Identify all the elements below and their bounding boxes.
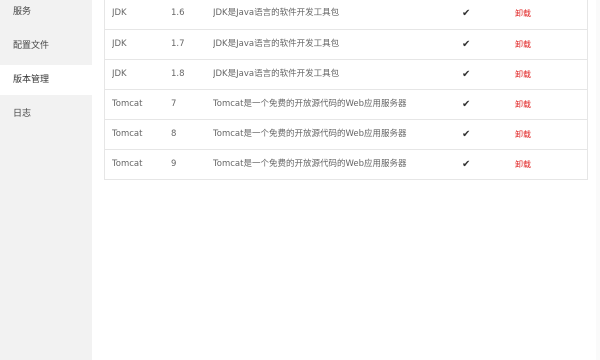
table-row: Tomcat 8 Tomcat是一个免费的开放源代码的Web应用服务器 ✔ 卸载 [105,119,587,149]
package-version: 9 [171,159,177,169]
sidebar-item-service[interactable]: 服务 [0,0,92,27]
package-description: Tomcat是一个免费的开放源代码的Web应用服务器 [213,99,407,109]
installed-check-icon: ✔ [462,39,471,50]
package-name: JDK [112,69,127,79]
installed-check-icon: ✔ [462,69,471,80]
sidebar: 服务 配置文件 版本管理 日志 [0,0,92,360]
uninstall-link[interactable]: 卸载 [515,120,555,149]
sidebar-item-version-management[interactable]: 版本管理 [0,65,92,95]
package-version: 7 [171,99,177,109]
version-table: JDK 1.6 JDK是Java语言的软件开发工具包 ✔ 卸载 JDK 1.7 … [104,0,588,180]
package-name: JDK [112,39,127,49]
package-version: 8 [171,129,177,139]
table-row: Tomcat 9 Tomcat是一个免费的开放源代码的Web应用服务器 ✔ 卸载 [105,149,587,179]
sidebar-item-config-files[interactable]: 配置文件 [0,31,92,61]
installed-check-icon: ✔ [462,129,471,140]
package-name: JDK [112,8,127,18]
package-version: 1.7 [171,39,185,49]
installed-check-icon: ✔ [462,159,471,170]
table-row: JDK 1.6 JDK是Java语言的软件开发工具包 ✔ 卸载 [105,0,587,29]
package-version: 1.6 [171,8,185,18]
package-name: Tomcat [112,129,143,139]
main-content: JDK 1.6 JDK是Java语言的软件开发工具包 ✔ 卸载 JDK 1.7 … [92,0,600,360]
package-description: Tomcat是一个免费的开放源代码的Web应用服务器 [213,129,407,139]
package-description: JDK是Java语言的软件开发工具包 [213,8,340,18]
package-name: Tomcat [112,99,143,109]
sidebar-item-logs[interactable]: 日志 [0,99,92,129]
package-description: JDK是Java语言的软件开发工具包 [213,69,340,79]
installed-check-icon: ✔ [462,8,471,19]
uninstall-link[interactable]: 卸载 [515,30,555,59]
window-edge [596,0,600,360]
table-row: JDK 1.8 JDK是Java语言的软件开发工具包 ✔ 卸载 [105,59,587,89]
package-name: Tomcat [112,159,143,169]
uninstall-link[interactable]: 卸载 [515,60,555,89]
uninstall-link[interactable]: 卸载 [515,150,555,179]
installed-check-icon: ✔ [462,99,471,110]
package-version: 1.8 [171,69,185,79]
package-description: JDK是Java语言的软件开发工具包 [213,39,340,49]
table-row: JDK 1.7 JDK是Java语言的软件开发工具包 ✔ 卸载 [105,29,587,59]
table-row: Tomcat 7 Tomcat是一个免费的开放源代码的Web应用服务器 ✔ 卸载 [105,89,587,119]
uninstall-link[interactable]: 卸载 [515,0,555,28]
uninstall-link[interactable]: 卸载 [515,90,555,119]
package-description: Tomcat是一个免费的开放源代码的Web应用服务器 [213,159,407,169]
